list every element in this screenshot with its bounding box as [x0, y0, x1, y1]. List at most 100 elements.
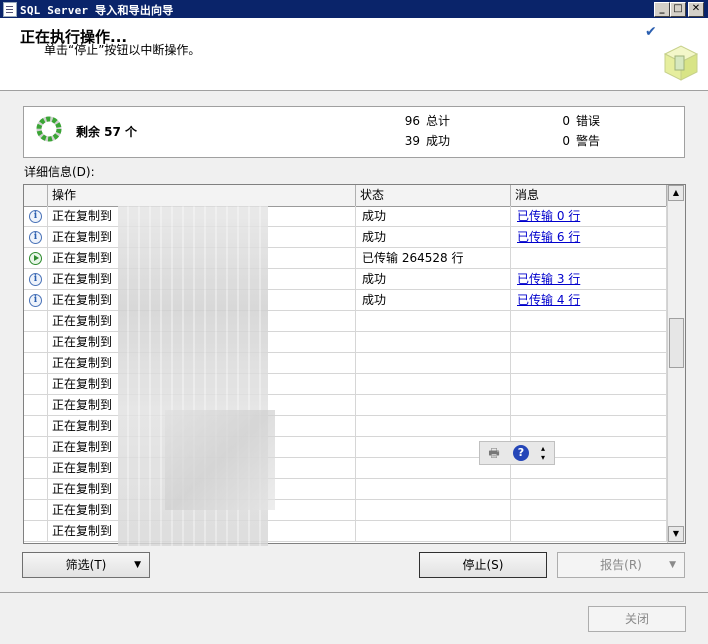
message-cell: 已传输 6 行: [511, 227, 667, 247]
status-cell: [356, 311, 511, 331]
report-button-label: 报告(R): [600, 558, 642, 572]
column-header-message[interactable]: 消息: [511, 185, 667, 206]
message-cell: [511, 500, 667, 520]
print-button[interactable]: 🖶: [483, 444, 505, 462]
row-icon-cell: [24, 311, 48, 331]
scroll-up-button[interactable]: ▲: [668, 185, 684, 201]
info-icon: i: [29, 231, 42, 244]
status-cell: [356, 353, 511, 373]
row-icon-cell: [24, 416, 48, 436]
total-count: 96: [404, 114, 420, 128]
row-icon-cell: [24, 521, 48, 541]
scroll-thumb[interactable]: [669, 318, 684, 368]
row-icon-cell: [24, 353, 48, 373]
close-button-label: 关闭: [624, 612, 649, 626]
toolbar-overflow-button[interactable]: ▴ ▾: [536, 444, 550, 462]
dropdown-arrow-icon: ▼: [669, 560, 676, 570]
checkmark-icon: ✔: [645, 24, 657, 40]
status-cell: 已传输 264528 行: [356, 248, 511, 268]
redacted-region-2: [165, 410, 275, 510]
warning-count: 0: [562, 134, 570, 148]
wizard-app-icon: [3, 2, 17, 17]
message-cell: 已传输 3 行: [511, 269, 667, 289]
vertical-scrollbar[interactable]: ▲ ▼: [667, 185, 685, 543]
message-link[interactable]: 已传输 6 行: [517, 230, 580, 244]
status-cell: [356, 416, 511, 436]
title-bar: SQL Server 导入和导出向导 _ □ ✕: [0, 0, 708, 18]
warning-label: 警告: [576, 134, 601, 148]
status-cell: [356, 332, 511, 352]
error-count: 0: [562, 114, 570, 128]
progress-summary: 剩余 57 个 96 总计 39 成功 0 错误 0 警告: [23, 106, 685, 158]
maximize-button[interactable]: □: [670, 2, 686, 17]
message-link[interactable]: 已传输 0 行: [517, 209, 580, 223]
row-icon-cell: i: [24, 269, 48, 289]
row-icon-cell: [24, 248, 48, 268]
error-stat: 0 错误: [540, 112, 600, 129]
info-icon: i: [29, 210, 42, 223]
status-cell: 成功: [356, 206, 511, 226]
minimize-button[interactable]: _: [654, 2, 670, 17]
wizard-cube-icon: [663, 45, 699, 81]
success-label: 成功: [426, 134, 451, 148]
message-cell: [511, 521, 667, 541]
footer-separator: [0, 592, 708, 593]
wizard-header: 正在执行操作... 单击“停止”按钮以中断操作。 ✔: [0, 18, 708, 91]
message-cell: 已传输 4 行: [511, 290, 667, 310]
filter-button-label: 筛选(T): [65, 558, 107, 572]
total-stat: 96 总计: [390, 112, 450, 129]
message-cell: [511, 332, 667, 352]
column-header-status[interactable]: 状态: [356, 185, 511, 206]
filter-button[interactable]: 筛选(T) ▼: [22, 552, 150, 578]
message-cell: [511, 479, 667, 499]
message-cell: 已传输 0 行: [511, 206, 667, 226]
row-icon-cell: [24, 374, 48, 394]
row-icon-cell: i: [24, 206, 48, 226]
row-icon-cell: [24, 458, 48, 478]
status-cell: 成功: [356, 290, 511, 310]
status-cell: [356, 395, 511, 415]
warning-stat: 0 警告: [540, 132, 600, 149]
dropdown-arrow-icon: ▼: [134, 560, 141, 570]
close-window-button[interactable]: ✕: [688, 2, 704, 17]
spinner-icon: [36, 116, 62, 142]
row-icon-cell: i: [24, 227, 48, 247]
grid-header: 操作 状态 消息: [24, 185, 667, 207]
header-icon-column: [24, 185, 48, 206]
row-icon-cell: [24, 395, 48, 415]
status-cell: [356, 374, 511, 394]
row-icon-cell: [24, 332, 48, 352]
row-icon-cell: [24, 437, 48, 457]
message-link[interactable]: 已传输 4 行: [517, 293, 580, 307]
stop-button[interactable]: 停止(S): [419, 552, 547, 578]
message-cell: [511, 248, 667, 268]
page-subtitle: 单击“停止”按钮以中断操作。: [44, 43, 201, 57]
info-icon: i: [29, 273, 42, 286]
row-icon-cell: i: [24, 290, 48, 310]
status-cell: 成功: [356, 227, 511, 247]
row-icon-cell: [24, 479, 48, 499]
close-button[interactable]: 关闭: [588, 606, 686, 632]
status-cell: 成功: [356, 269, 511, 289]
details-label: 详细信息(D):: [24, 165, 95, 179]
column-header-action[interactable]: 操作: [48, 185, 356, 206]
message-cell: [511, 416, 667, 436]
stop-button-label: 停止(S): [462, 558, 504, 572]
remaining-count: 剩余 57 个: [76, 125, 138, 139]
message-cell: [511, 311, 667, 331]
info-icon: i: [29, 294, 42, 307]
report-button[interactable]: 报告(R) ▼: [557, 552, 685, 578]
status-cell: [356, 521, 511, 541]
total-label: 总计: [426, 114, 451, 128]
printer-icon: 🖶: [488, 446, 500, 460]
error-label: 错误: [576, 114, 601, 128]
running-icon: [29, 252, 42, 265]
status-cell: [356, 500, 511, 520]
help-icon: ?: [513, 445, 529, 461]
help-button[interactable]: ?: [510, 444, 532, 462]
status-cell: [356, 479, 511, 499]
scroll-down-button[interactable]: ▼: [668, 526, 684, 542]
message-cell: [511, 353, 667, 373]
success-stat: 39 成功: [390, 132, 450, 149]
message-link[interactable]: 已传输 3 行: [517, 272, 580, 286]
